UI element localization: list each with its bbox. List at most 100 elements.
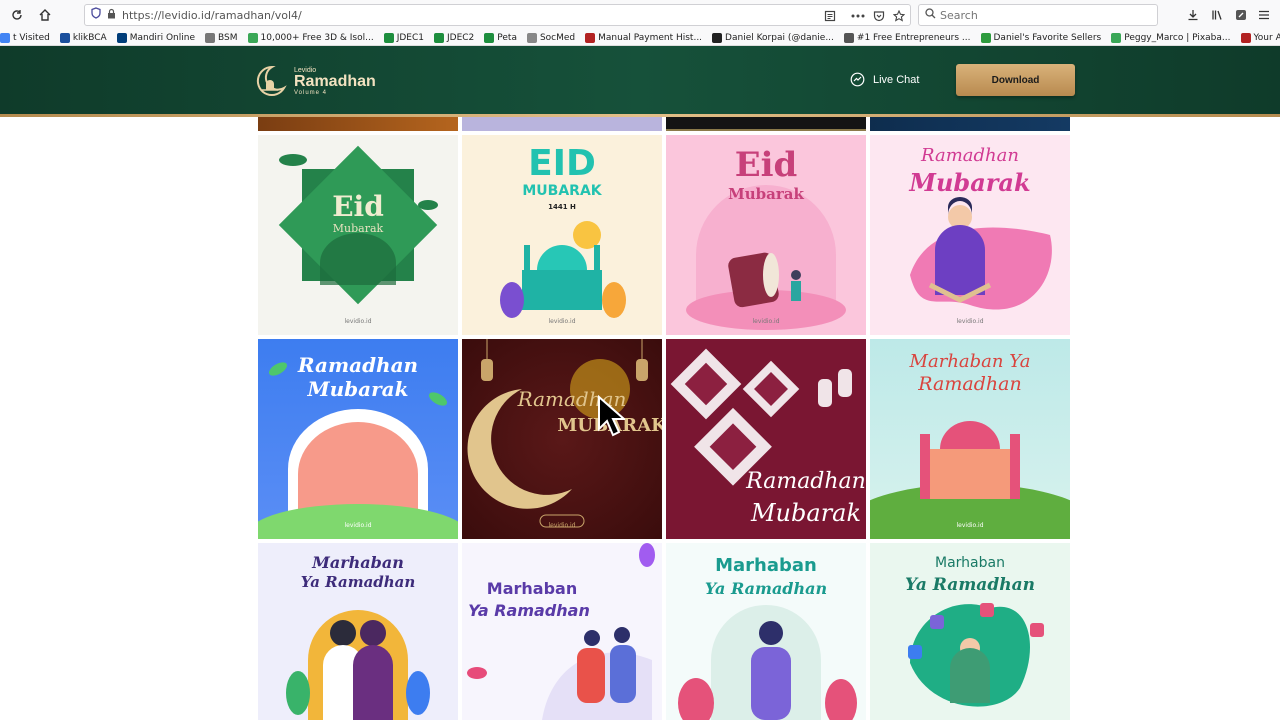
bookmark-label: t Visited — [13, 32, 50, 43]
bookmark-star-icon[interactable] — [891, 8, 907, 24]
gallery-card[interactable]: Marhaban Ya Ramadhan — [462, 543, 662, 720]
card-subtitle: MUBARAK — [522, 183, 602, 199]
bookmark-label: JDEC2 — [446, 32, 475, 43]
search-box[interactable] — [918, 4, 1158, 26]
address-bar[interactable]: https://levidio.id/ramadhan/vol4/ — [84, 4, 911, 26]
gallery-prev-row-item[interactable] — [870, 117, 1070, 131]
logo-title: Ramadhan — [294, 72, 376, 90]
bookmark-item[interactable]: JDEC2 — [433, 32, 475, 43]
card-brand: levidio.id — [956, 522, 984, 529]
card-subtitle: Ya Ramadhan — [300, 573, 416, 591]
reload-icon[interactable] — [6, 4, 28, 26]
bookmark-favicon-icon — [980, 32, 991, 43]
gallery-card[interactable]: Ramadhan Mubarak levidio.id — [258, 339, 458, 539]
bookmark-item[interactable]: #1 Free Entrepreneurs ... — [843, 32, 971, 43]
mouse-cursor-icon — [598, 395, 625, 437]
gallery-card[interactable]: Eid Mubarak levidio.id — [666, 135, 866, 335]
bookmark-favicon-icon — [247, 32, 258, 43]
gallery-card[interactable]: Eid Mubarak levidio.id — [258, 135, 458, 335]
bookmark-favicon-icon — [1111, 32, 1122, 43]
bookmark-item[interactable]: Peggy_Marco | Pixaba... — [1111, 32, 1231, 43]
card-subtitle: Mubarak — [909, 168, 1031, 197]
gallery-card[interactable]: Marhaban Ya Ramadhan levidio.id — [870, 339, 1070, 539]
card-brand: levidio.id — [548, 522, 576, 529]
bookmark-favicon-icon — [59, 32, 70, 43]
bookmark-favicon-icon — [0, 32, 10, 43]
extension-icon[interactable] — [1231, 5, 1251, 25]
card-illustration — [278, 145, 438, 305]
library-icon[interactable] — [1207, 5, 1227, 25]
card-brand: levidio.id — [548, 318, 576, 325]
card-illustration — [467, 339, 648, 528]
gallery-card[interactable]: Marhaban Ya Ramadhan — [258, 543, 458, 720]
gallery-prev-row-item[interactable] — [666, 117, 866, 131]
card-title: Ramadhan — [921, 145, 1019, 166]
card-title: Ramadhan — [297, 353, 419, 377]
card-title: Marhaban — [486, 579, 578, 598]
shield-icon[interactable] — [91, 6, 101, 24]
gallery-card[interactable]: Ramadhan Mubarak levidio.id — [870, 135, 1070, 335]
bookmark-label: BSM — [218, 32, 238, 43]
bookmark-item[interactable]: Manual Payment Hist... — [585, 32, 702, 43]
bookmark-favicon-icon — [484, 32, 495, 43]
bookmark-label: Peta — [497, 32, 517, 43]
url-text[interactable]: https://levidio.id/ramadhan/vol4/ — [122, 9, 302, 22]
bookmark-item[interactable]: Daniel's Favorite Sellers — [980, 32, 1101, 43]
bookmark-label: JDEC1 — [396, 32, 424, 43]
bookmark-favicon-icon — [585, 32, 596, 43]
bookmark-item[interactable]: Daniel Korpai (@danie... — [712, 32, 834, 43]
bookmark-label: Daniel Korpai (@danie... — [725, 32, 834, 43]
card-brand: levidio.id — [344, 522, 372, 529]
site-header — [0, 46, 1280, 114]
card-subtitle: Mubarak — [750, 499, 862, 527]
gallery-card[interactable]: Ramadhan Mubarak — [666, 339, 866, 539]
card-subtitle: Ya Ramadhan — [468, 601, 590, 620]
gallery-prev-row-item[interactable] — [462, 117, 662, 131]
gallery-card[interactable]: EID MUBARAK 1441 H levidio.id — [462, 135, 662, 335]
card-subtitle: Mubarak — [728, 185, 804, 203]
card-subtitle: Ramadhan — [918, 373, 1022, 395]
live-chat-link[interactable]: Live Chat — [850, 72, 919, 87]
card-brand: levidio.id — [956, 318, 984, 325]
bookmark-item[interactable]: JDEC1 — [383, 32, 424, 43]
bookmark-item[interactable]: Peta — [484, 32, 517, 43]
gallery-card[interactable]: Marhaban Ya Ramadhan — [870, 543, 1070, 720]
bookmark-item[interactable]: t Visited — [0, 32, 50, 43]
pocket-icon[interactable] — [871, 8, 887, 24]
bookmark-item[interactable]: 10,000+ Free 3D & Isol... — [247, 32, 374, 43]
download-button[interactable]: Download — [956, 64, 1075, 96]
card-year: 1441 H — [548, 203, 576, 211]
card-title: Marhaban — [935, 555, 1005, 571]
lock-icon[interactable] — [107, 6, 116, 24]
card-title: EID — [528, 143, 596, 184]
page-actions-icon[interactable] — [850, 8, 866, 24]
bookmark-favicon-icon — [526, 32, 537, 43]
card-title: Marhaban Ya — [909, 351, 1031, 372]
gallery-card[interactable]: Marhaban Ya Ramadhan — [666, 543, 866, 720]
bookmark-item[interactable]: klikBCA — [59, 32, 107, 43]
site-logo[interactable]: Levidio Ramadhan Volume 4 — [252, 64, 376, 98]
card-subtitle: Mubarak — [332, 222, 384, 235]
bookmark-favicon-icon — [843, 32, 854, 43]
card-brand: levidio.id — [344, 318, 372, 325]
bookmark-item[interactable]: Your Affiliates - JVZoo — [1240, 32, 1280, 43]
card-illustration — [467, 543, 655, 720]
search-input[interactable] — [940, 8, 1140, 22]
bookmarks-toolbar: t Visited klikBCA Mandiri Online BSM 10,000+… — [0, 30, 1280, 46]
bookmark-label: klikBCA — [72, 32, 107, 43]
menu-icon[interactable] — [1254, 5, 1274, 25]
downloads-icon[interactable] — [1183, 5, 1203, 25]
bookmark-label: Peggy_Marco | Pixaba... — [1124, 32, 1231, 43]
gallery-prev-row-item[interactable] — [258, 117, 458, 131]
bookmark-item[interactable]: Mandiri Online — [116, 32, 196, 43]
bookmark-label: Mandiri Online — [129, 32, 196, 43]
gallery-card[interactable]: Ramadhan MUBARAK levidio.id — [462, 339, 662, 539]
bookmark-label: SocMed — [539, 32, 576, 43]
reader-view-icon[interactable] — [822, 8, 838, 24]
bookmark-item[interactable]: BSM — [205, 32, 238, 43]
bookmark-favicon-icon — [205, 32, 216, 43]
home-icon[interactable] — [34, 4, 56, 26]
crescent-mosque-icon — [256, 65, 287, 96]
bookmark-item[interactable]: SocMed — [526, 32, 576, 43]
bookmark-favicon-icon — [1240, 32, 1251, 43]
